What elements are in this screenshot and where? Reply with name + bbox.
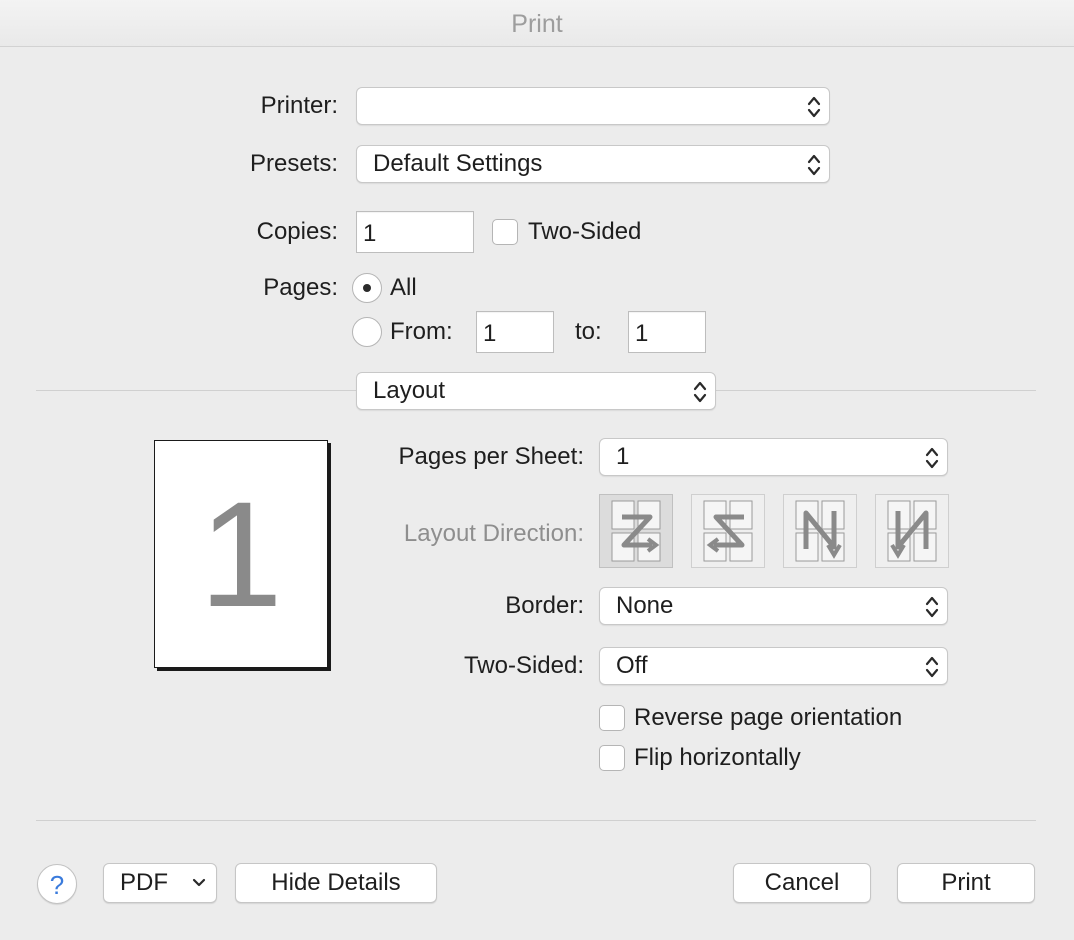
footer-separator: [36, 820, 1036, 821]
layout-z-left-right-icon: [611, 500, 661, 562]
pages-label: Pages:: [263, 274, 338, 301]
pages-per-sheet-popup[interactable]: 1: [599, 438, 948, 476]
up-down-arrows-icon: [925, 596, 939, 618]
pages-all-label: All: [390, 274, 417, 301]
layout-direction-label: Layout Direction:: [403, 520, 584, 547]
pages-per-sheet-label: Pages per Sheet:: [398, 443, 584, 470]
layout-n-reverse-icon: [887, 500, 937, 562]
separator: [716, 390, 1036, 391]
layout-direction-z-right-left-button[interactable]: [691, 494, 765, 568]
pages-from-radio[interactable]: [352, 317, 382, 347]
flip-horizontally-checkbox[interactable]: [599, 745, 625, 771]
pages-all-radio[interactable]: [352, 273, 382, 303]
layout-direction-n-reverse-button[interactable]: [875, 494, 949, 568]
print-button[interactable]: Print: [897, 863, 1035, 903]
page-preview: 1: [154, 440, 328, 668]
printer-label: Printer:: [260, 92, 338, 119]
separator: [36, 390, 356, 391]
pages-to-label: to:: [575, 318, 602, 345]
up-down-arrows-icon: [693, 381, 707, 403]
layout-n-top-bottom-icon: [795, 500, 845, 562]
layout-two-sided-popup[interactable]: Off: [599, 647, 948, 685]
flip-horizontally-label: Flip horizontally: [634, 744, 801, 771]
section-popup[interactable]: Layout: [356, 372, 716, 410]
pages-from-label: From:: [390, 318, 453, 345]
preview-page-number: 1: [199, 470, 283, 638]
copies-input[interactable]: 1: [356, 211, 474, 253]
printer-popup[interactable]: [356, 87, 830, 125]
up-down-arrows-icon: [807, 154, 821, 176]
pdf-label: PDF: [120, 869, 168, 896]
two-sided-checkbox[interactable]: [492, 219, 518, 245]
presets-value: Default Settings: [373, 150, 543, 177]
layout-z-right-left-icon: [703, 500, 753, 562]
help-button[interactable]: ?: [37, 864, 77, 904]
pages-from-input[interactable]: 1: [476, 311, 554, 353]
up-down-arrows-icon: [807, 96, 821, 118]
copies-label: Copies:: [256, 218, 338, 245]
pages-per-sheet-value: 1: [616, 443, 630, 470]
window-title: Print: [0, 0, 1074, 47]
pdf-menu-button[interactable]: PDF: [103, 863, 217, 903]
layout-two-sided-value: Off: [616, 652, 648, 679]
presets-popup[interactable]: Default Settings: [356, 145, 830, 183]
presets-label: Presets:: [249, 150, 338, 177]
chevron-down-icon: [192, 878, 206, 887]
border-label: Border:: [505, 592, 584, 619]
reverse-orientation-label: Reverse page orientation: [634, 704, 903, 731]
pages-to-input[interactable]: 1: [628, 311, 706, 353]
section-value: Layout: [373, 377, 446, 404]
two-sided-checkbox-label: Two-Sided: [528, 218, 642, 245]
layout-direction-z-left-right-button[interactable]: [599, 494, 673, 568]
cancel-button[interactable]: Cancel: [733, 863, 871, 903]
up-down-arrows-icon: [925, 447, 939, 469]
reverse-orientation-checkbox[interactable]: [599, 705, 625, 731]
layout-two-sided-label: Two-Sided:: [463, 652, 584, 679]
hide-details-button[interactable]: Hide Details: [235, 863, 437, 903]
border-popup[interactable]: None: [599, 587, 948, 625]
border-value: None: [616, 592, 674, 619]
up-down-arrows-icon: [925, 656, 939, 678]
layout-direction-n-top-bottom-button[interactable]: [783, 494, 857, 568]
